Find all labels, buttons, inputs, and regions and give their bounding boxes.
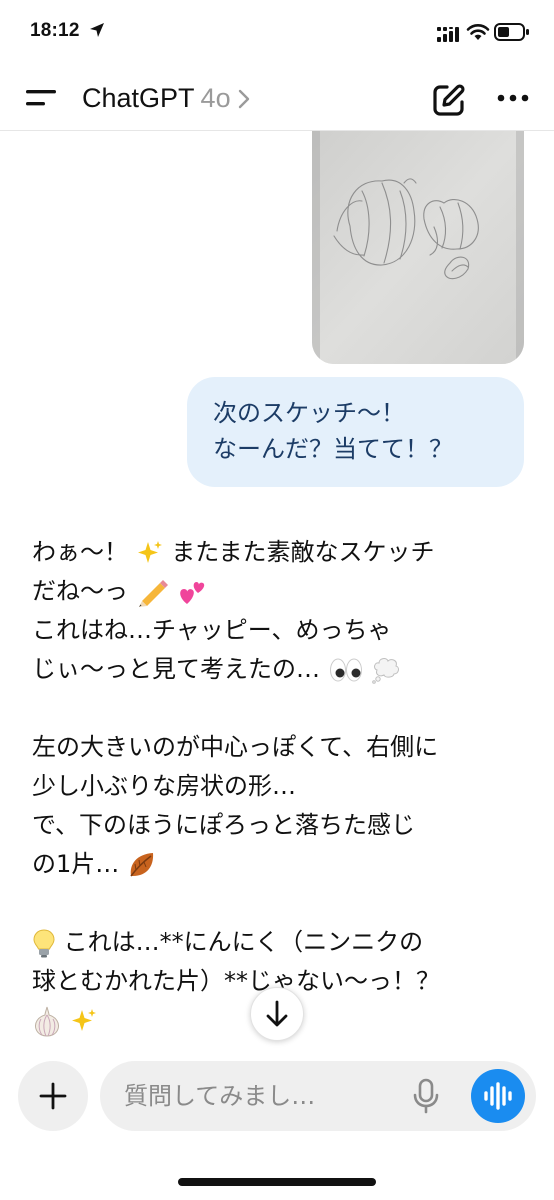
arrow-down-icon bbox=[266, 1000, 288, 1027]
wifi-icon bbox=[466, 24, 490, 40]
model-selector[interactable]: ChatGPT 4o bbox=[82, 80, 251, 116]
compose-icon[interactable] bbox=[430, 81, 468, 119]
voice-waveform-icon bbox=[484, 1082, 512, 1110]
app-title: ChatGPT bbox=[82, 82, 195, 113]
microphone-icon[interactable] bbox=[410, 1078, 442, 1114]
sparkles-emoji bbox=[71, 1009, 96, 1031]
pencil-emoji bbox=[138, 580, 168, 607]
user-message-line: 次のスケッチ〜！ bbox=[213, 399, 405, 427]
assistant-line: 少し小ぶりな房状の形… bbox=[32, 772, 296, 800]
menu-icon[interactable] bbox=[24, 86, 58, 110]
status-bar: 18:12 bbox=[0, 0, 554, 66]
location-arrow-icon bbox=[90, 23, 104, 37]
message-input-container bbox=[100, 1061, 536, 1131]
assistant-text: の1片… bbox=[32, 850, 120, 878]
sparkles-emoji bbox=[137, 541, 162, 563]
assistant-line: これは…**にんにく（ニンニクの bbox=[32, 923, 522, 962]
battery-icon bbox=[494, 23, 529, 41]
assistant-message: わぁ〜！ またまた素敵なスケッチ だね〜っ これはね…チャッピー、めっちゃ じぃ… bbox=[32, 533, 522, 1040]
model-name: 4o bbox=[200, 82, 231, 113]
user-message-line: なーんだ？当てて！？ bbox=[213, 435, 453, 463]
thought-bubble-emoji bbox=[372, 658, 400, 684]
chevron-right-icon bbox=[238, 89, 249, 109]
user-message-bubble: 次のスケッチ〜！ なーんだ？当てて！？ bbox=[187, 377, 524, 487]
attached-sketch-image[interactable] bbox=[312, 131, 524, 364]
eyes-emoji bbox=[329, 658, 362, 682]
top-nav-bar: ChatGPT 4o bbox=[0, 66, 554, 131]
chat-thread[interactable]: 次のスケッチ〜！ なーんだ？当てて！？ わぁ〜！ またまた素敵なスケッチ だね〜… bbox=[0, 131, 554, 1051]
assistant-text: これは…**にんにく（ニンニクの bbox=[63, 928, 424, 956]
assistant-line: で、下のほうにぽろっと落ちた感じ bbox=[32, 811, 416, 839]
assistant-text: じぃ〜っと見て考えたの… bbox=[32, 655, 320, 683]
status-time: 18:12 bbox=[30, 20, 80, 41]
message-input[interactable] bbox=[124, 1078, 384, 1114]
assistant-line: の1片… bbox=[32, 845, 522, 884]
garlic-emoji bbox=[35, 1006, 59, 1037]
plus-icon bbox=[39, 1082, 67, 1110]
two-hearts-emoji bbox=[180, 582, 205, 604]
garlic-sketch-drawing bbox=[312, 131, 524, 364]
assistant-line: 左の大きいのが中心っぽくて、右側に bbox=[32, 733, 439, 761]
voice-mode-button[interactable] bbox=[471, 1069, 525, 1123]
cellular-signal-icon bbox=[437, 27, 459, 42]
ellipsis-icon[interactable] bbox=[496, 86, 530, 110]
scroll-to-bottom-button[interactable] bbox=[250, 987, 304, 1041]
assistant-line: じぃ〜っと見て考えたの… bbox=[32, 650, 522, 689]
assistant-line: だね〜っ bbox=[32, 572, 522, 611]
fallen-leaf-emoji bbox=[130, 853, 154, 877]
assistant-text: だね〜っ bbox=[32, 577, 128, 605]
composer-bar bbox=[0, 1056, 554, 1146]
attach-button[interactable] bbox=[18, 1061, 88, 1131]
home-indicator bbox=[178, 1178, 376, 1186]
assistant-line: わぁ〜！ またまた素敵なスケッチ bbox=[32, 533, 522, 572]
assistant-text: またまた素敵なスケッチ bbox=[171, 538, 435, 566]
assistant-text: わぁ〜！ bbox=[32, 538, 128, 566]
light-bulb-emoji bbox=[33, 929, 55, 958]
assistant-line: これはね…チャッピー、めっちゃ bbox=[32, 616, 392, 644]
